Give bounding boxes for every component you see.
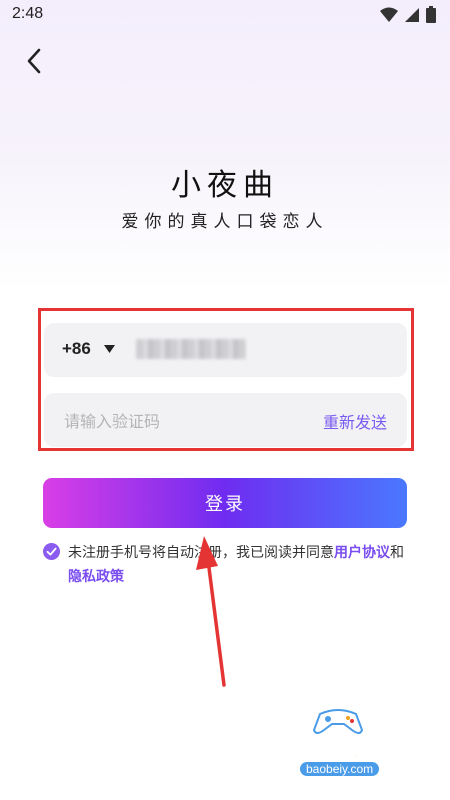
app-name: 小夜曲 [171, 168, 279, 203]
agreement-text: 未注册手机号将自动注册，我已阅读并同意用户协议和隐私政策 [68, 541, 408, 589]
resend-code-button[interactable]: 重新发送 [323, 409, 387, 433]
battery-icon [426, 6, 436, 23]
watermark-name: 宝贝游戏网 [267, 736, 384, 762]
login-button[interactable]: 登录 [43, 478, 407, 528]
privacy-policy-link[interactable]: 隐私政策 [68, 569, 124, 585]
status-bar: 2:48 [0, 0, 450, 30]
login-button-label: 登录 [205, 494, 245, 515]
phone-number-value[interactable] [136, 339, 246, 359]
back-arrow-icon [27, 48, 41, 74]
watermark-domain: baobeiy.com [300, 762, 380, 776]
status-time: 2:48 [12, 5, 44, 22]
watermark-logo: 宝贝游戏网 baobeiy.com [267, 708, 418, 788]
agreement-checkbox[interactable] [43, 543, 60, 560]
country-code-selector[interactable]: +86 [62, 339, 91, 359]
signal-icon [405, 7, 419, 22]
wifi-icon [380, 7, 398, 22]
checkmark-icon [46, 547, 57, 556]
app-tagline: 爱你的真人口袋恋人 [121, 212, 329, 232]
agreement-connector: 和 [390, 545, 404, 561]
agreement-prefix: 未注册手机号将自动注册，我已阅读并同意 [68, 545, 334, 561]
caret-down-icon[interactable] [104, 345, 115, 354]
back-button[interactable] [20, 46, 50, 76]
phone-field[interactable]: +86 [44, 323, 407, 377]
status-icons [380, 6, 436, 23]
verification-code-field[interactable]: 重新发送 [44, 393, 407, 447]
user-agreement-link[interactable]: 用户协议 [334, 545, 390, 561]
verification-code-input[interactable] [62, 406, 286, 436]
